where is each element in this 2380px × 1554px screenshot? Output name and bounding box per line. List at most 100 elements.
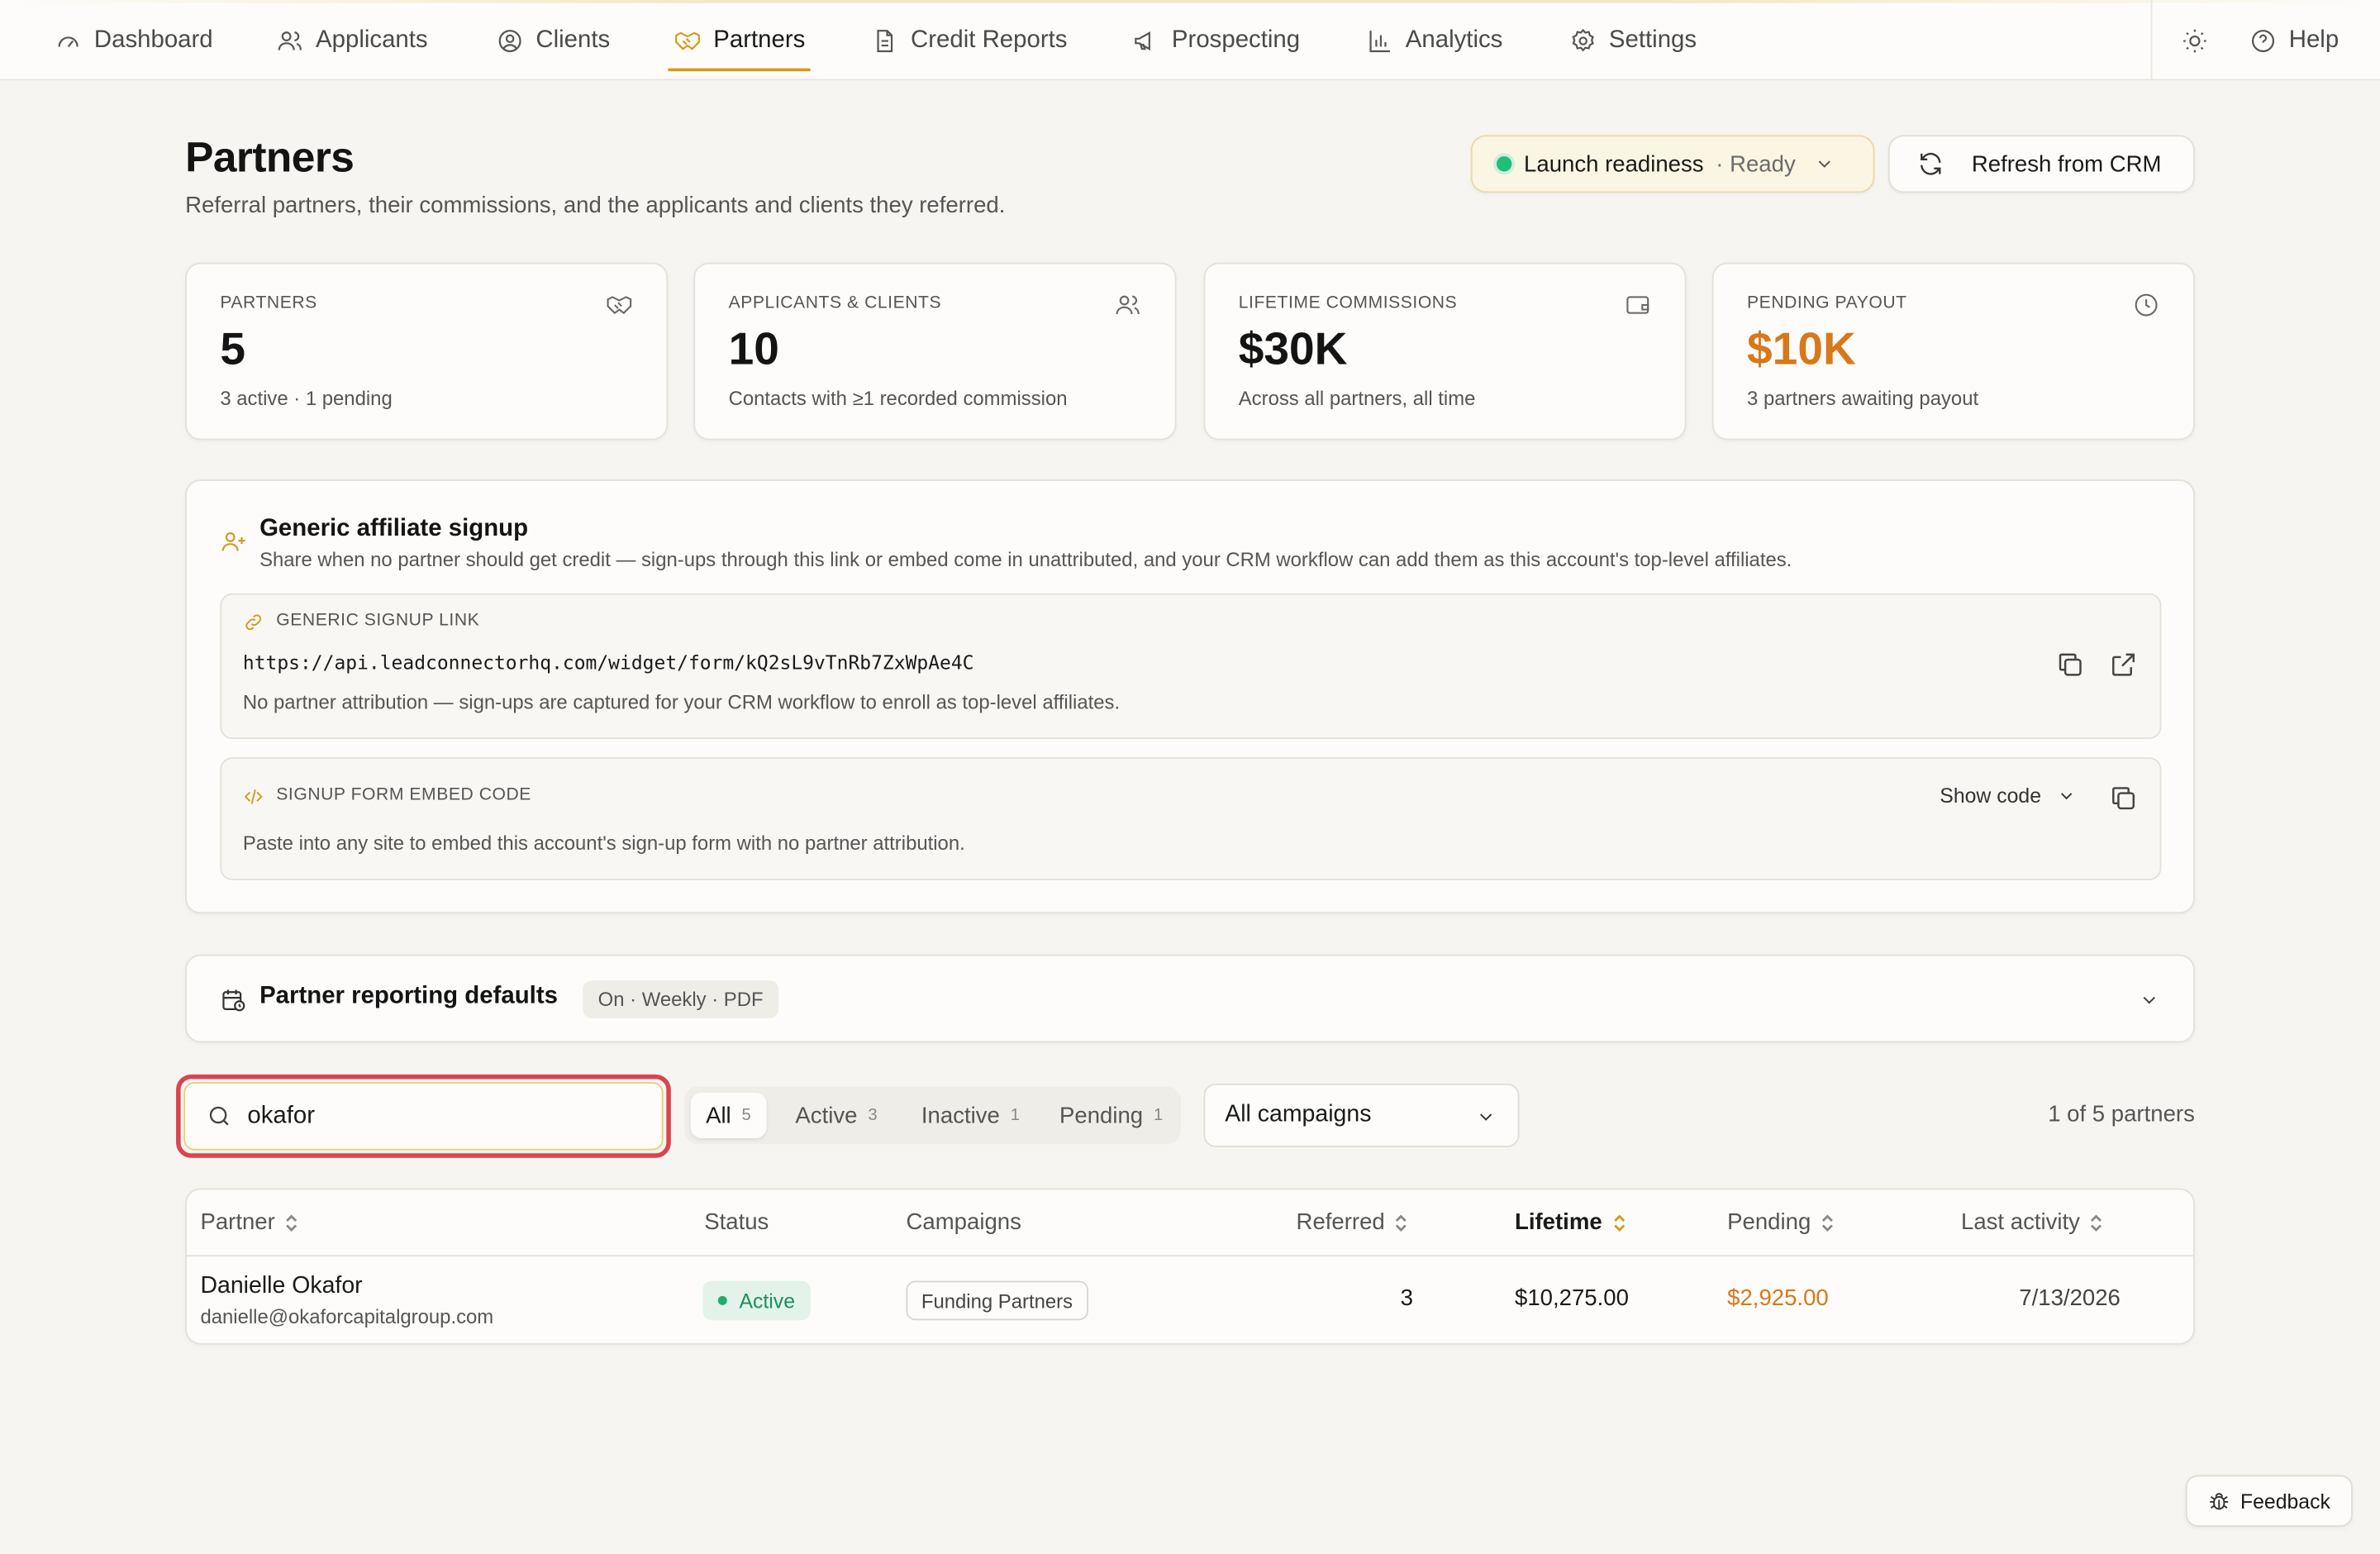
nav-dashboard[interactable]: Dashboard	[55, 0, 213, 80]
stat-label: APPLICANTS & CLIENTS	[728, 294, 942, 313]
embed-code-hint: Paste into any site to embed this accoun…	[242, 832, 965, 855]
column-partner[interactable]: Partner	[200, 1209, 299, 1235]
code-icon	[244, 789, 263, 804]
external-link-icon[interactable]	[2108, 650, 2139, 680]
nav-partners[interactable]: Partners	[668, 0, 812, 80]
partner-email: danielle@okaforcapitalgroup.com	[200, 1304, 494, 1328]
chevron-down-icon	[1818, 160, 1830, 168]
stat-label: LIFETIME COMMISSIONS	[1238, 294, 1458, 313]
nav-applicants[interactable]: Applicants	[276, 0, 428, 80]
campaign-tag: Funding Partners	[906, 1280, 1088, 1321]
sun-icon	[2183, 28, 2206, 52]
top-navigation: Dashboard Applicants Clients Partners Cr…	[0, 0, 2380, 81]
launch-readiness-status: · Ready	[1716, 150, 1796, 177]
show-code-toggle[interactable]: Show code	[1940, 784, 2076, 808]
sort-icon	[286, 1213, 298, 1232]
signup-link-hint: No partner attribution — sign-ups are ca…	[242, 690, 1121, 713]
bar-chart-icon	[1369, 30, 1390, 52]
launch-readiness-button[interactable]: Launch readiness · Ready	[1470, 135, 1875, 193]
bug-icon	[2210, 1493, 2229, 1510]
app-root: Dashboard Applicants Clients Partners Cr…	[0, 0, 2380, 1554]
filter-all[interactable]: All 5	[690, 1092, 767, 1138]
column-label: Referred	[1296, 1209, 1385, 1236]
nav-analytics[interactable]: Analytics	[1366, 0, 1502, 80]
stat-value: $30K	[1238, 324, 1348, 375]
feedback-button[interactable]: Feedback	[2185, 1475, 2353, 1527]
filter-count: 1	[1154, 1106, 1164, 1125]
copy-icon[interactable]	[2055, 650, 2086, 680]
sort-icon	[2091, 1213, 2102, 1232]
stat-value: $10K	[1747, 324, 1856, 375]
reporting-defaults-badge: On · Weekly · PDF	[583, 980, 778, 1018]
status-label: Active	[739, 1289, 796, 1313]
handshake-icon	[607, 296, 632, 315]
refresh-from-crm-label: Refresh from CRM	[1971, 150, 2162, 177]
refresh-from-crm-button[interactable]: Refresh from CRM	[1887, 135, 2195, 193]
nav-dashboard-label: Dashboard	[93, 26, 213, 53]
copy-icon[interactable]	[2108, 783, 2139, 813]
nav-applicants-label: Applicants	[316, 26, 428, 53]
nav-credit-reports-label: Credit Reports	[911, 26, 1068, 53]
stat-note: 3 active · 1 pending	[220, 387, 393, 410]
status-dot	[717, 1295, 727, 1305]
column-lifetime[interactable]: Lifetime	[1515, 1209, 1626, 1235]
chevron-down-icon[interactable]	[2139, 989, 2160, 1011]
embed-code-box: SIGNUP FORM EMBED CODE Paste into any si…	[220, 757, 2162, 880]
signup-link-url[interactable]: https://api.leadconnectorhq.com/widget/f…	[243, 651, 974, 675]
search-query[interactable]: okafor	[247, 1103, 315, 1130]
search-input[interactable]: okafor	[183, 1081, 664, 1151]
nav-credit-reports[interactable]: Credit Reports	[871, 0, 1067, 80]
nav-settings[interactable]: Settings	[1569, 0, 1697, 80]
lifetime-amount: $10,275.00	[1515, 1285, 1629, 1312]
stat-label: PARTNERS	[220, 294, 317, 313]
nav-prospecting-label: Prospecting	[1171, 26, 1301, 53]
status-badge: Active	[702, 1280, 811, 1321]
calendar-clock-icon	[222, 989, 245, 1012]
column-referred[interactable]: Referred	[1297, 1209, 1410, 1235]
search-focus-ring: okafor	[176, 1074, 671, 1158]
pending-amount: $2,925.00	[1727, 1285, 1829, 1312]
column-last-activity[interactable]: Last activity	[1961, 1209, 2104, 1235]
nav-settings-label: Settings	[1608, 26, 1697, 53]
filter-label: Pending	[1059, 1102, 1144, 1128]
stat-note: Contacts with ≥1 recorded commission	[728, 387, 1068, 410]
result-count: 1 of 5 partners	[2048, 1101, 2195, 1128]
column-pending[interactable]: Pending	[1727, 1209, 1835, 1235]
nav-prospecting[interactable]: Prospecting	[1132, 0, 1300, 80]
partner-name[interactable]: Danielle Okafor	[200, 1273, 362, 1300]
stat-card-lifetime-commissions: LIFETIME COMMISSIONS $30K Across all par…	[1203, 262, 1687, 441]
filter-pending[interactable]: Pending 1	[1045, 1093, 1178, 1138]
stat-card-applicants-clients: APPLICANTS & CLIENTS 10 Contacts with ≥1…	[693, 262, 1177, 441]
theme-toggle[interactable]	[2181, 0, 2208, 80]
nav-help[interactable]: Help	[2249, 0, 2339, 80]
stat-label: PENDING PAYOUT	[1747, 294, 1907, 313]
ready-status-dot	[1496, 156, 1512, 172]
filter-active[interactable]: Active 3	[780, 1093, 892, 1138]
filter-count: 5	[741, 1106, 751, 1125]
gear-icon	[1572, 27, 1594, 51]
reporting-defaults-card[interactable]: Partner reporting defaults On · Weekly ·…	[185, 954, 2195, 1043]
sort-icon	[1396, 1213, 1407, 1232]
filter-count: 1	[1010, 1106, 1020, 1125]
column-campaigns: Campaigns	[907, 1209, 1021, 1235]
nav-analytics-label: Analytics	[1405, 26, 1503, 53]
column-label: Last activity	[1961, 1209, 2080, 1236]
affiliate-title: Generic affiliate signup	[259, 516, 529, 542]
stat-card-partners: PARTNERS 5 3 active · 1 pending	[185, 262, 669, 441]
signup-link-box: GENERIC SIGNUP LINK https://api.leadconn…	[220, 593, 2162, 740]
page-subtitle: Referral partners, their commissions, an…	[185, 193, 1006, 219]
reporting-defaults-title: Partner reporting defaults	[259, 983, 558, 1009]
users-icon	[278, 31, 302, 50]
sort-active-icon	[1613, 1213, 1625, 1232]
nav-clients[interactable]: Clients	[497, 0, 610, 80]
filter-count: 3	[868, 1106, 878, 1125]
filter-inactive[interactable]: Inactive 1	[907, 1093, 1035, 1138]
campaign-select[interactable]: All campaigns	[1203, 1083, 1520, 1147]
users-icon	[1116, 295, 1140, 315]
affiliate-signup-card: Generic affiliate signup Share when no p…	[185, 479, 2195, 914]
campaign-select-value: All campaigns	[1225, 1101, 1372, 1128]
clock-icon	[2135, 293, 2158, 317]
table-header: Partner Status Campaigns Referred Lifeti…	[186, 1189, 2194, 1257]
feedback-label: Feedback	[2240, 1489, 2330, 1513]
stat-note: Across all partners, all time	[1238, 387, 1476, 410]
